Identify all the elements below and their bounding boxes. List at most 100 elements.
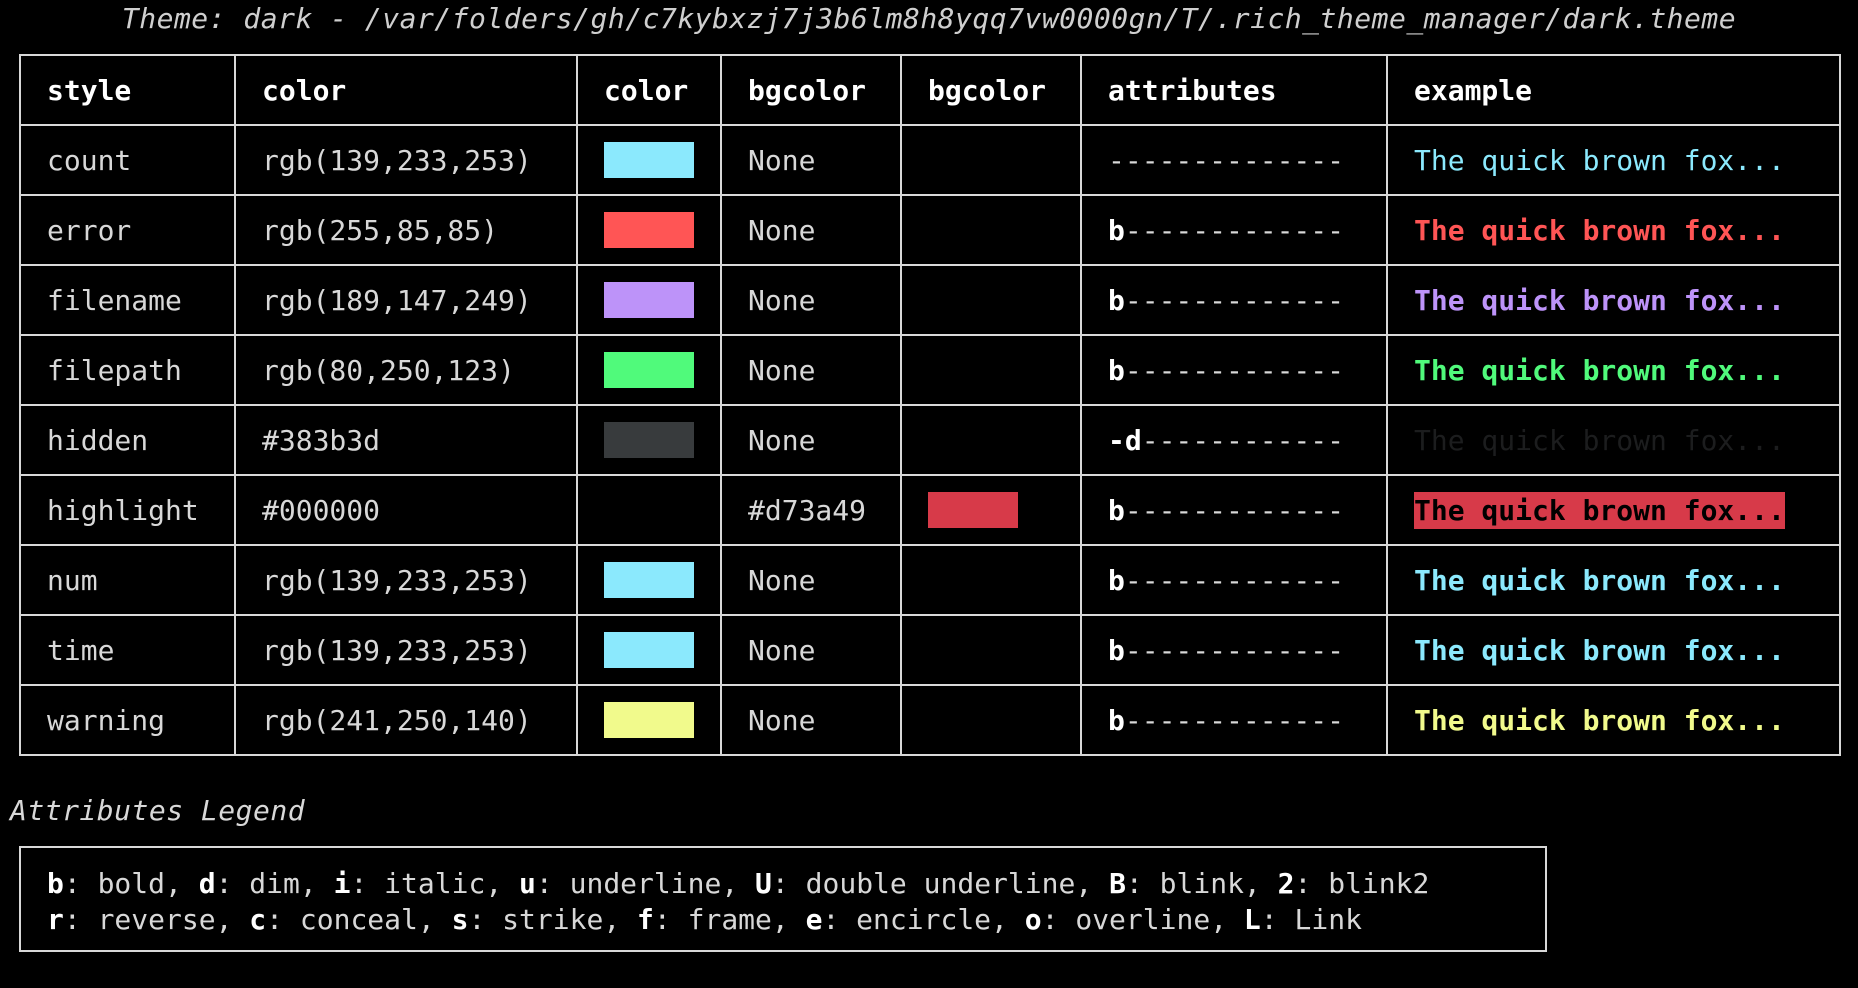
attributes-cell: -d------------ <box>1080 404 1388 476</box>
table-row: count rgb(139,233,253) None -------------- T… <box>19 124 1841 196</box>
example-text: The quick brown fox... <box>1414 563 1785 597</box>
attribute-flags: b <box>1108 563 1125 597</box>
legend-label: : blink2 <box>1294 867 1430 900</box>
header-color: color <box>234 54 578 126</box>
bgcolor-swatch-cell <box>900 264 1082 336</box>
color-value-cell: rgb(255,85,85) <box>234 194 578 266</box>
legend-key: d <box>198 867 216 900</box>
example-cell: The quick brown fox... <box>1386 614 1841 686</box>
attributes-cell: b------------- <box>1080 684 1388 756</box>
color-swatch-cell <box>576 614 722 686</box>
attribute-flags: b <box>1108 703 1125 737</box>
color-swatch-cell <box>576 544 722 616</box>
header-color-swatch: color <box>576 54 722 126</box>
table-row: time rgb(139,233,253) None b------------- Th… <box>19 614 1841 686</box>
style-name-cell: filepath <box>19 334 236 406</box>
color-swatch-cell <box>576 334 722 406</box>
bgcolor-value-cell: None <box>720 404 902 476</box>
legend-label: : encircle, <box>822 903 1025 936</box>
style-name-cell: time <box>19 614 236 686</box>
color-swatch <box>604 212 694 248</box>
legend-label: : conceal, <box>266 903 452 936</box>
legend-key: e <box>805 903 823 936</box>
attribute-placeholders: ------------- <box>1124 493 1345 527</box>
style-name-cell: error <box>19 194 236 266</box>
color-swatch-cell <box>576 124 722 196</box>
bgcolor-swatch-cell <box>900 544 1082 616</box>
table-row: filename rgb(189,147,249) None b-----------… <box>19 264 1841 336</box>
color-swatch-cell <box>576 404 722 476</box>
color-swatch <box>604 702 694 738</box>
header-bgcolor-swatch: bgcolor <box>900 54 1082 126</box>
example-text: The quick brown fox... <box>1414 703 1785 737</box>
color-swatch-cell <box>576 194 722 266</box>
legend-key: u <box>519 867 536 900</box>
legend-line-2: r: reverse, c: conceal, s: strike, f: fr… <box>47 902 1545 938</box>
legend-key: U <box>755 867 772 900</box>
legend-label: : frame, <box>653 903 806 936</box>
bgcolor-value-cell: None <box>720 124 902 196</box>
bgcolor-swatch-cell <box>900 404 1082 476</box>
color-swatch <box>604 352 694 388</box>
color-value-cell: rgb(241,250,140) <box>234 684 578 756</box>
header-style: style <box>19 54 236 126</box>
bgcolor-value-cell: None <box>720 194 902 266</box>
attributes-cell: -------------- <box>1080 124 1388 196</box>
color-swatch <box>604 632 694 668</box>
attributes-cell: b------------- <box>1080 264 1388 336</box>
example-text: The quick brown fox... <box>1414 213 1785 247</box>
table-row: error rgb(255,85,85) None b------------- The… <box>19 194 1841 266</box>
attribute-flags: b <box>1108 633 1125 667</box>
header-attributes: attributes <box>1080 54 1388 126</box>
legend-label: : Link <box>1260 903 1362 936</box>
legend-title: Attributes Legend <box>10 794 306 827</box>
color-swatch-cell <box>576 264 722 336</box>
example-text: The quick brown fox... <box>1414 353 1785 387</box>
legend-label: : overline, <box>1041 903 1244 936</box>
attribute-placeholders: ------------- <box>1124 633 1345 667</box>
color-swatch-cell <box>576 684 722 756</box>
color-swatch <box>604 142 694 178</box>
example-text: The quick brown fox... <box>1414 143 1785 177</box>
example-cell: The quick brown fox... <box>1386 404 1841 476</box>
example-cell: The quick brown fox... <box>1386 544 1841 616</box>
example-cell: The quick brown fox... <box>1386 334 1841 406</box>
attributes-cell: b------------- <box>1080 334 1388 406</box>
color-swatch <box>604 282 694 318</box>
color-swatch <box>604 422 694 458</box>
style-name-cell: highlight <box>19 474 236 546</box>
legend-label: : italic, <box>350 867 520 900</box>
legend-key: r <box>47 903 64 936</box>
table-row: hidden #383b3d None -d------------ The quick… <box>19 404 1841 476</box>
legend-key: c <box>249 903 267 936</box>
header-example: example <box>1386 54 1841 126</box>
example-text: The quick brown fox... <box>1414 423 1785 457</box>
legend-label: : strike, <box>468 903 638 936</box>
bgcolor-value-cell: None <box>720 614 902 686</box>
header-bgcolor: bgcolor <box>720 54 902 126</box>
table-row: num rgb(139,233,253) None b------------- The… <box>19 544 1841 616</box>
attribute-placeholders: ------------ <box>1141 423 1345 457</box>
color-value-cell: rgb(189,147,249) <box>234 264 578 336</box>
style-name-cell: warning <box>19 684 236 756</box>
table-row: warning rgb(241,250,140) None b------------… <box>19 684 1841 756</box>
legend-key: s <box>451 903 469 936</box>
bgcolor-swatch-cell <box>900 334 1082 406</box>
color-value-cell: #000000 <box>234 474 578 546</box>
example-text: The quick brown fox... <box>1414 633 1785 667</box>
legend-label: : double underline, <box>771 867 1110 900</box>
legend-label: : blink, <box>1125 867 1278 900</box>
color-value-cell: rgb(139,233,253) <box>234 614 578 686</box>
table-row: highlight #000000 #d73a49 b------------- The… <box>19 474 1841 546</box>
attributes-legend: b: bold, d: dim, i: italic, u: underline… <box>19 846 1547 952</box>
example-cell: The quick brown fox... <box>1386 474 1841 546</box>
style-name-cell: count <box>19 124 236 196</box>
attribute-flags: b <box>1108 283 1125 317</box>
color-value-cell: #383b3d <box>234 404 578 476</box>
attribute-placeholders: ------------- <box>1124 563 1345 597</box>
example-cell: The quick brown fox... <box>1386 684 1841 756</box>
style-name-cell: filename <box>19 264 236 336</box>
attributes-cell: b------------- <box>1080 614 1388 686</box>
style-name-cell: hidden <box>19 404 236 476</box>
attributes-cell: b------------- <box>1080 474 1388 546</box>
